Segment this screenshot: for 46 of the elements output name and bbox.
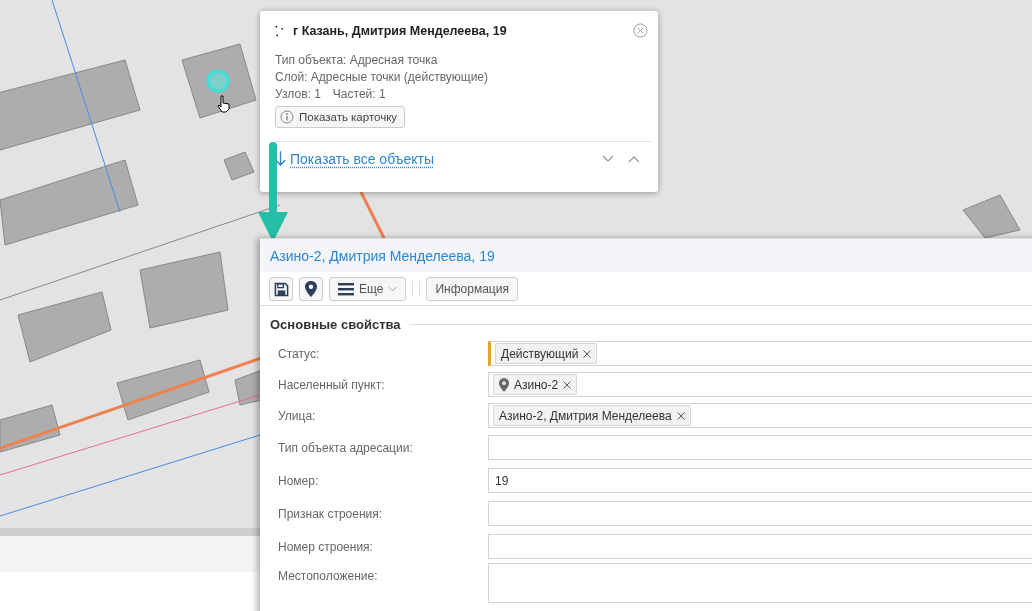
arrow-down-icon [275,150,286,167]
menu-icon [338,282,354,296]
popup-info-line: Слой: Адресные точки (действующие) [275,69,489,86]
field-label: Статус: [278,346,321,361]
information-button[interactable]: Информация [426,277,518,301]
input-field[interactable] [488,435,1032,460]
save-button[interactable] [269,277,293,301]
tag-field[interactable]: Действующий [488,341,1032,366]
field-label: Номер строения: [278,539,374,554]
popup-title: г Казань, Дмитрия Менделеева, 19 [293,23,508,38]
pointer-cursor-icon [217,95,231,113]
location-button[interactable] [299,277,323,301]
dots-icon [275,23,285,38]
show-all-link[interactable]: Показать все объекты [290,150,588,167]
tag-chip: Азино-2, Дмитрия Менделеева [493,405,691,426]
input-field[interactable]: 19 [488,468,1032,493]
show-card-button[interactable]: Показать карточку [275,106,406,128]
field-label: Местоположение: [278,568,379,583]
tag-chip: Действующий [495,343,598,364]
popup-stat: Частей: 1 [332,86,386,103]
remove-icon[interactable] [676,411,685,420]
info-icon [280,110,294,124]
popup-info-line: Тип объекта: Адресная точка [275,52,439,69]
caret-icon [388,286,398,292]
section-title: Основные свойства [270,317,401,332]
field-label: Населенный пункт: [278,377,386,392]
field-label: Улица: [278,408,317,423]
field-label: Признак строения: [278,506,384,521]
panel-title-link[interactable]: Азино-2, Дмитрия Менделеева, 19 [270,247,495,264]
more-menu-button[interactable]: Еще [329,277,407,301]
remove-icon[interactable] [563,380,572,389]
field-label: Тип объекта адресации: [278,440,414,455]
map-pin-icon [499,377,509,392]
chevron-up-icon[interactable] [628,154,640,163]
tag-chip: Азино-2 [493,374,578,395]
tag-field[interactable]: Азино-2 [488,372,1032,397]
popup-stat: Узлов: 1 [275,86,321,103]
remove-icon[interactable] [583,349,592,358]
field-label: Номер: [278,473,320,488]
tag-field[interactable]: Азино-2, Дмитрия Менделеева [488,403,1032,428]
text-area[interactable] [488,563,1032,603]
input-field[interactable] [488,534,1032,559]
close-icon[interactable] [633,23,648,38]
map-pin-icon [305,281,317,297]
input-field[interactable] [488,501,1032,526]
chevron-down-icon[interactable] [602,154,614,163]
